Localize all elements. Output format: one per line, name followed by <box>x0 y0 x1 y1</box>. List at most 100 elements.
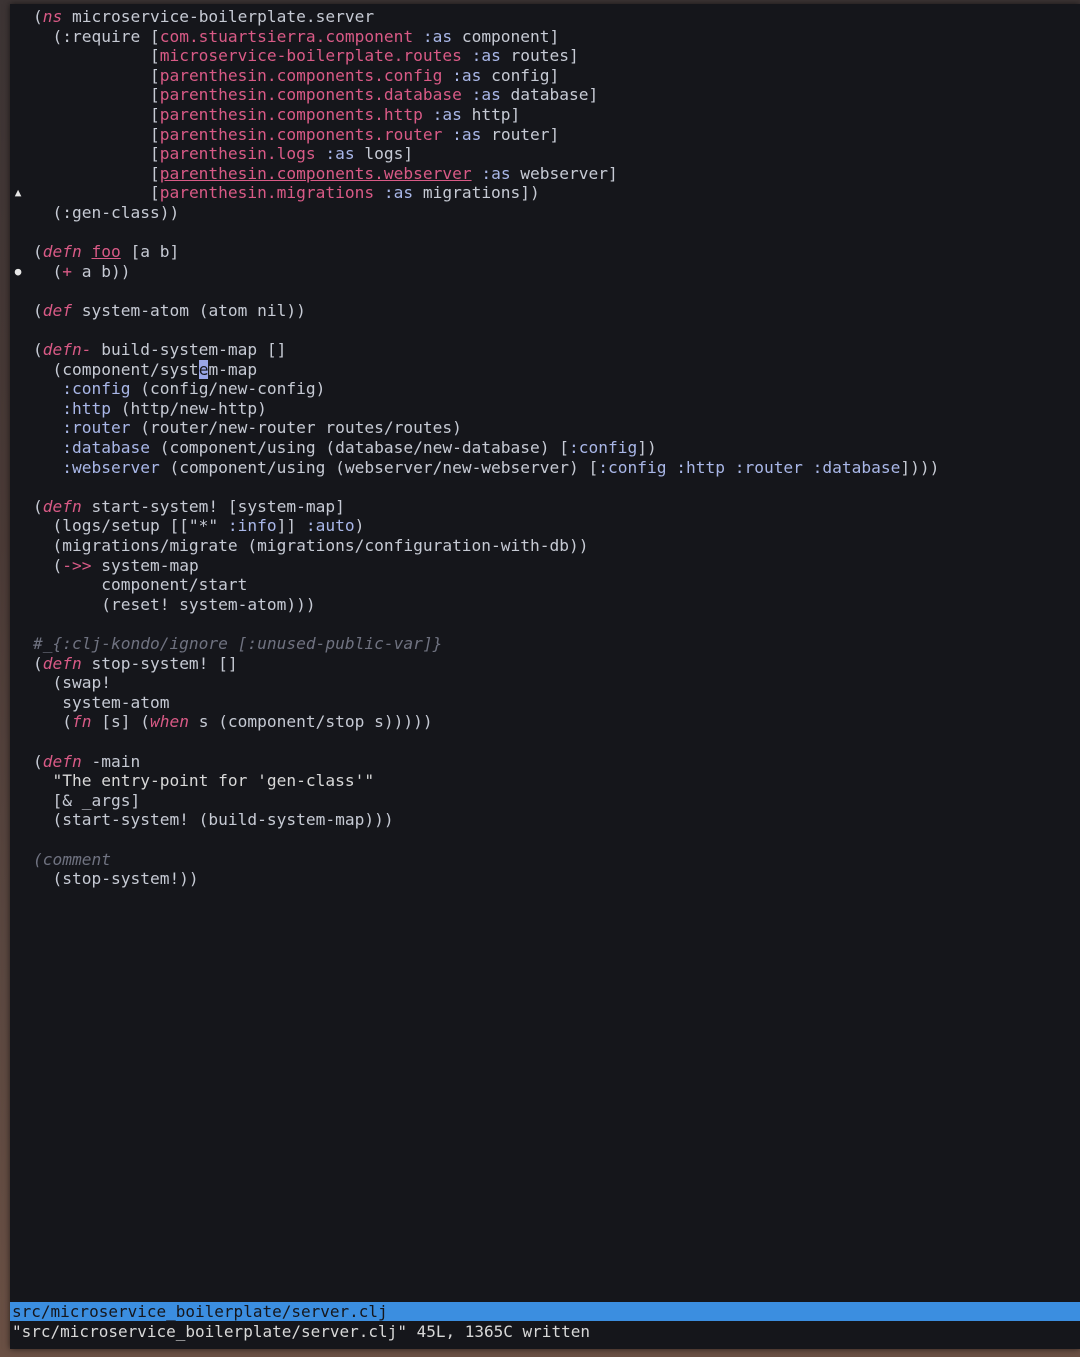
code-token: [ <box>33 104 160 124</box>
code-token: :auto <box>305 516 355 536</box>
code-line[interactable]: [parenthesin.components.config :as confi… <box>33 66 939 86</box>
code-line[interactable]: (:gen-class)) <box>33 203 939 223</box>
code-token: parenthesin.components.config <box>159 65 443 85</box>
code-token: :as <box>461 85 501 105</box>
code-line[interactable]: (defn -main <box>33 752 939 772</box>
code-token: component/start <box>33 575 248 595</box>
code-token: [ <box>33 65 160 85</box>
code-buffer[interactable]: (ns microservice-boilerplate.server (:re… <box>33 7 939 889</box>
code-token: :webserver <box>33 457 160 477</box>
editor-window[interactable]: ▲ ● (ns microservice-boilerplate.server (… <box>10 4 1080 1349</box>
code-line[interactable] <box>33 223 939 243</box>
status-line: src/microservice_boilerplate/server.clj <box>10 1302 1080 1321</box>
code-line[interactable]: [microservice-boilerplate.routes :as rou… <box>33 46 939 66</box>
code-line[interactable]: (defn foo [a b] <box>33 242 939 262</box>
code-token: parenthesin.components.router <box>159 124 443 144</box>
code-token: defn <box>42 496 82 516</box>
code-token: a b)) <box>72 261 131 281</box>
code-token: [ <box>33 163 160 183</box>
code-line[interactable]: :config (config/new-config) <box>33 379 939 399</box>
code-line[interactable] <box>33 477 939 497</box>
code-line[interactable]: (defn start-system! [system-map] <box>33 497 939 517</box>
code-line[interactable]: (swap! <box>33 673 939 693</box>
code-token: (start-system! (build-system-map))) <box>33 810 394 830</box>
code-token: ]))) <box>900 457 940 477</box>
code-line[interactable]: (defn- build-system-map [] <box>33 340 939 360</box>
code-line[interactable]: (component/system-map <box>33 359 939 380</box>
code-line[interactable]: [parenthesin.migrations :as migrations]) <box>33 183 939 203</box>
code-token: [& _args] <box>33 790 141 810</box>
code-token: ( <box>33 242 43 262</box>
code-line[interactable]: (comment <box>33 850 939 870</box>
code-token: (:require <box>33 26 150 46</box>
code-token: http] <box>461 104 521 124</box>
code-token: :as <box>413 26 453 46</box>
code-token: ns <box>42 7 63 26</box>
code-line[interactable]: "The entry-point for 'gen-class'" <box>33 771 939 791</box>
code-token: build-system-map [] <box>91 340 287 360</box>
code-token: parenthesin.components.database <box>159 85 462 105</box>
code-token: [ <box>33 124 160 144</box>
code-line[interactable]: component/start <box>33 575 939 595</box>
code-token: (component/syst <box>33 359 199 379</box>
code-token: m-map <box>208 359 258 379</box>
code-token: defn <box>42 653 82 673</box>
code-line[interactable]: [parenthesin.logs :as logs] <box>33 144 939 164</box>
code-line[interactable]: (start-system! (build-system-map))) <box>33 810 939 830</box>
code-line[interactable]: (->> system-map <box>33 556 939 576</box>
code-line[interactable]: (reset! system-atom))) <box>33 595 939 615</box>
code-line[interactable]: [parenthesin.components.database :as dat… <box>33 85 939 105</box>
code-line[interactable]: :http (http/new-http) <box>33 399 939 419</box>
code-token: parenthesin.components.http <box>159 104 423 124</box>
code-token: (swap! <box>33 673 111 693</box>
code-line[interactable]: (stop-system!)) <box>33 869 939 889</box>
code-token: (migrations/migrate (migrations/configur… <box>33 536 589 556</box>
code-line[interactable] <box>33 281 939 301</box>
code-line[interactable] <box>33 830 939 850</box>
code-line[interactable]: [parenthesin.components.router :as route… <box>33 125 939 145</box>
code-token: #_{:clj-kondo/ignore [:unused-public-var… <box>33 634 443 653</box>
code-line[interactable]: :database (component/using (database/new… <box>33 438 939 458</box>
code-token: :as <box>374 183 414 203</box>
code-line[interactable]: (defn stop-system! [] <box>33 654 939 674</box>
code-line[interactable] <box>33 614 939 634</box>
code-line[interactable]: #_{:clj-kondo/ignore [:unused-public-var… <box>33 634 939 654</box>
code-line[interactable]: (+ a b)) <box>33 262 939 282</box>
code-token: :config :http :router :database <box>598 457 901 477</box>
code-line[interactable]: [parenthesin.components.http :as http] <box>33 105 939 125</box>
code-line[interactable]: (:require [com.stuartsierra.component :a… <box>33 27 939 47</box>
code-token: start-system! [system-map] <box>81 496 345 516</box>
code-token: stop-system! [] <box>81 653 238 673</box>
code-token: (comment <box>33 849 111 869</box>
code-line[interactable]: :webserver (component/using (webserver/n… <box>33 458 939 478</box>
code-token: (:gen-class)) <box>33 202 180 222</box>
info-icon: ● <box>14 264 22 278</box>
code-token: (config/new-config) <box>130 379 326 399</box>
code-token: :info <box>227 516 277 536</box>
code-line[interactable]: :router (router/new-router routes/routes… <box>33 418 939 438</box>
code-line[interactable] <box>33 732 939 752</box>
code-token: :as <box>461 46 501 66</box>
code-token: ( <box>33 653 43 673</box>
code-token: [a b] <box>120 242 180 262</box>
code-token: (stop-system!)) <box>33 869 199 889</box>
code-line[interactable]: (ns microservice-boilerplate.server <box>33 7 939 27</box>
code-line[interactable]: [parenthesin.components.webserver :as we… <box>33 164 939 184</box>
code-token: :as <box>442 124 482 144</box>
code-token: webserver] <box>510 163 618 183</box>
code-line[interactable]: system-atom <box>33 693 939 713</box>
code-line[interactable]: (fn [s] (when s (component/stop s))))) <box>33 712 939 732</box>
code-line[interactable]: (def system-atom (atom nil)) <box>33 301 939 321</box>
code-token: config] <box>481 65 560 85</box>
code-token: ( <box>33 712 72 732</box>
code-line[interactable]: (logs/setup [["*" :info]] :auto) <box>33 516 939 536</box>
code-token: when <box>149 712 189 732</box>
code-token: + <box>62 261 72 281</box>
code-token: routes] <box>500 46 579 66</box>
code-token: :as <box>471 163 511 183</box>
code-token: parenthesin.migrations <box>159 183 375 203</box>
code-token: parenthesin.components.webserver <box>159 163 472 183</box>
code-line[interactable]: (migrations/migrate (migrations/configur… <box>33 536 939 556</box>
code-line[interactable] <box>33 321 939 341</box>
code-line[interactable]: [& _args] <box>33 791 939 811</box>
